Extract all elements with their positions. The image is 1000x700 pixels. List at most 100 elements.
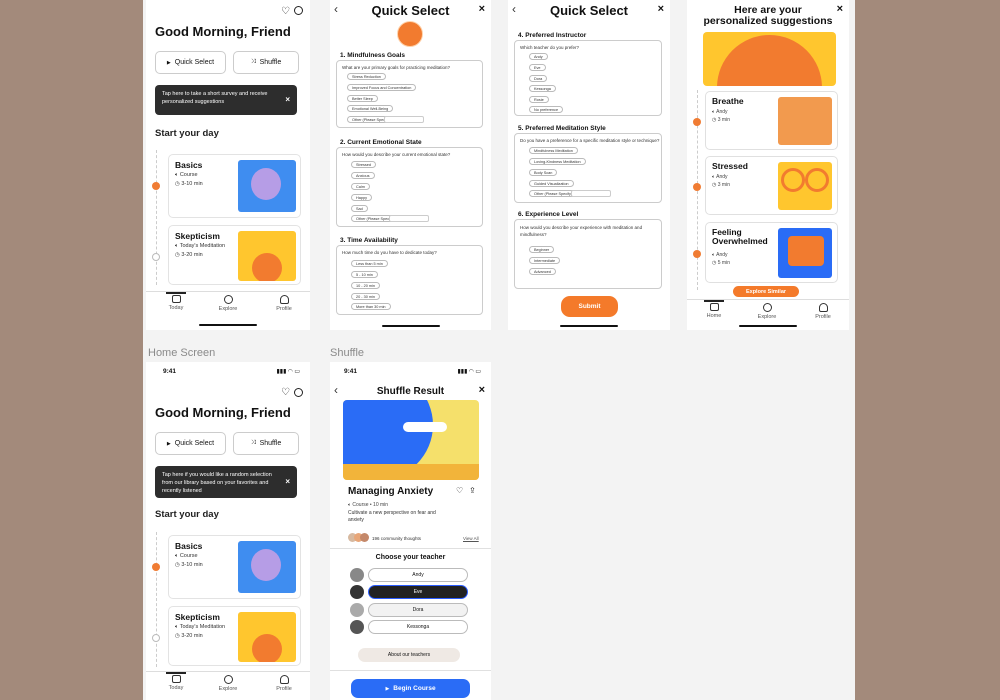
suggestion-stressed[interactable]: Stressed 🔈︎ Andy ◷ 3 min	[705, 156, 838, 215]
option[interactable]: Improved Focus and Concentration	[347, 84, 417, 91]
close-icon[interactable]: ×	[285, 478, 290, 486]
submit-button[interactable]: Submit	[561, 296, 618, 317]
teacher-row-eve[interactable]: Eve	[350, 585, 468, 599]
suggestion-overwhelmed[interactable]: Feeling Overwhelmed 🔈︎ Andy ◷ 5 min	[705, 222, 838, 283]
timeline-dot	[693, 250, 701, 258]
avatar	[350, 568, 364, 582]
tab-home[interactable]: Home	[689, 303, 739, 319]
shuffle-button[interactable]: ⤨ Shuffle	[233, 432, 299, 455]
profile-icon	[279, 675, 289, 684]
tab-explore[interactable]: Explore	[203, 295, 253, 312]
profile-icon	[279, 295, 289, 304]
option[interactable]: Beginner	[529, 246, 555, 253]
option[interactable]: Guided Visualization	[529, 180, 574, 187]
option[interactable]: Happy	[351, 194, 372, 201]
question-box-5: Do you have a preference for a specific …	[514, 133, 662, 203]
option[interactable]: 20 - 30 min	[351, 293, 380, 300]
frame-home-shuffle: 9:41 ▮▮▮ ◠ ▭ ♡ Good Morning, Friend ▶ Qui…	[146, 362, 310, 700]
card-basics[interactable]: Basics 🔈︎ Course ◷ 3-10 min	[168, 154, 301, 218]
option[interactable]: More than 30 min	[351, 303, 391, 310]
other-input[interactable]	[389, 215, 429, 222]
tab-profile[interactable]: Profile	[259, 295, 309, 312]
heart-icon[interactable]: ♡	[281, 6, 290, 17]
tooltip: Tap here to take a short survey and rece…	[155, 85, 297, 115]
balloon-image	[238, 541, 296, 593]
close-icon[interactable]: ×	[479, 3, 485, 15]
play-icon: ▶	[385, 685, 390, 692]
quick-select-button[interactable]: ▶ Quick Select	[155, 432, 226, 455]
shuffle-icon: ⤨	[250, 59, 256, 65]
suggestion-breathe[interactable]: Breathe 🔈︎ Andy ◷ 3 min	[705, 91, 838, 150]
tab-active-indicator	[704, 300, 724, 302]
home-icon	[709, 303, 719, 311]
question-title: 2. Current Emotional State	[340, 139, 422, 146]
option[interactable]: Body Scan	[529, 169, 558, 176]
question-box-6: How would you describe your experience w…	[514, 219, 662, 289]
share-icon[interactable]: ⇪	[469, 486, 476, 495]
other-input[interactable]	[384, 116, 424, 123]
option[interactable]: Eve	[529, 64, 546, 71]
option[interactable]: 5 - 10 min	[351, 271, 378, 278]
tab-explore[interactable]: Explore	[203, 675, 253, 692]
option[interactable]: Better Sleep	[347, 95, 378, 102]
bottom-divider	[330, 670, 491, 671]
option[interactable]: No preference	[529, 106, 564, 113]
history-icon[interactable]	[294, 388, 303, 397]
option[interactable]: Emotional Well-Being	[347, 105, 394, 112]
other-input[interactable]	[571, 190, 611, 197]
tab-today[interactable]: Today	[151, 295, 201, 311]
option[interactable]: Anxious	[351, 172, 375, 179]
heart-icon[interactable]: ♡	[456, 486, 463, 495]
option[interactable]: Dora	[529, 75, 548, 82]
close-icon[interactable]: ×	[285, 96, 290, 104]
option[interactable]: Rosie	[529, 96, 549, 103]
option[interactable]: Loving-Kindness Meditation	[529, 158, 586, 165]
close-icon[interactable]: ×	[479, 384, 485, 396]
tab-active-indicator	[166, 292, 186, 294]
option[interactable]: Andy	[529, 53, 548, 60]
teacher-row-andy[interactable]: Andy	[350, 568, 468, 582]
status-icons: ▮▮▮ ◠ ▭	[457, 369, 481, 375]
status-time: 9:41	[163, 368, 177, 375]
tab-profile[interactable]: Profile	[798, 303, 848, 320]
explore-similar-button[interactable]: Explore Similar	[733, 286, 799, 297]
heart-icon[interactable]: ♡	[281, 387, 290, 398]
teacher-row-dora[interactable]: Dora	[350, 603, 468, 617]
question-title: 6. Experience Level	[518, 211, 579, 218]
option[interactable]: Calm	[351, 183, 370, 190]
option[interactable]: Other (Please Specify)	[529, 190, 578, 197]
tooltip: Tap here if you would like a random sele…	[155, 466, 297, 498]
option[interactable]: Stress Reduction	[347, 73, 386, 80]
quick-select-button[interactable]: ▶ Quick Select	[155, 51, 226, 74]
option[interactable]: Less than 5 min	[351, 260, 388, 267]
option[interactable]: 10 - 20 min	[351, 282, 380, 289]
card-skepticism[interactable]: Skepticism 🔈︎ Today's Meditation ◷ 3-20 …	[168, 606, 301, 666]
card-basics[interactable]: Basics 🔈︎ Course ◷ 3-10 min	[168, 535, 301, 599]
teacher-row-kessonga[interactable]: Kessonga	[350, 620, 468, 634]
tab-explore[interactable]: Explore	[742, 303, 792, 320]
frame-suggestions: Here are your personalized suggestions ×…	[687, 0, 849, 330]
option[interactable]: Sad	[351, 205, 368, 212]
option[interactable]: Kessonga	[529, 85, 556, 92]
timeline-line	[156, 532, 157, 667]
tab-today[interactable]: Today	[151, 675, 201, 691]
close-icon[interactable]: ×	[837, 3, 843, 15]
tab-profile[interactable]: Profile	[259, 675, 309, 692]
shuffle-button[interactable]: ⤨ Shuffle	[233, 51, 299, 74]
question-title: 4. Preferred Instructor	[518, 32, 587, 39]
history-icon[interactable]	[294, 6, 303, 15]
today-icon	[171, 675, 181, 683]
card-skepticism[interactable]: Skepticism 🔈︎ Today's Meditation ◷ 3-20 …	[168, 225, 301, 285]
wave-image	[343, 400, 479, 480]
sun-image	[238, 612, 296, 662]
begin-course-button[interactable]: ▶ Begin Course	[351, 679, 470, 698]
option[interactable]: Advanced	[529, 268, 556, 275]
option[interactable]: Mindfulness Meditation	[529, 147, 578, 154]
view-all-link[interactable]: View All	[463, 536, 479, 541]
today-icon	[171, 295, 181, 303]
close-icon[interactable]: ×	[658, 3, 664, 15]
option[interactable]: Intermediate	[529, 257, 561, 264]
option[interactable]: Stressed	[351, 161, 376, 168]
about-teachers-button[interactable]: About our teachers	[358, 648, 460, 662]
section-title: Start your day	[155, 509, 219, 520]
